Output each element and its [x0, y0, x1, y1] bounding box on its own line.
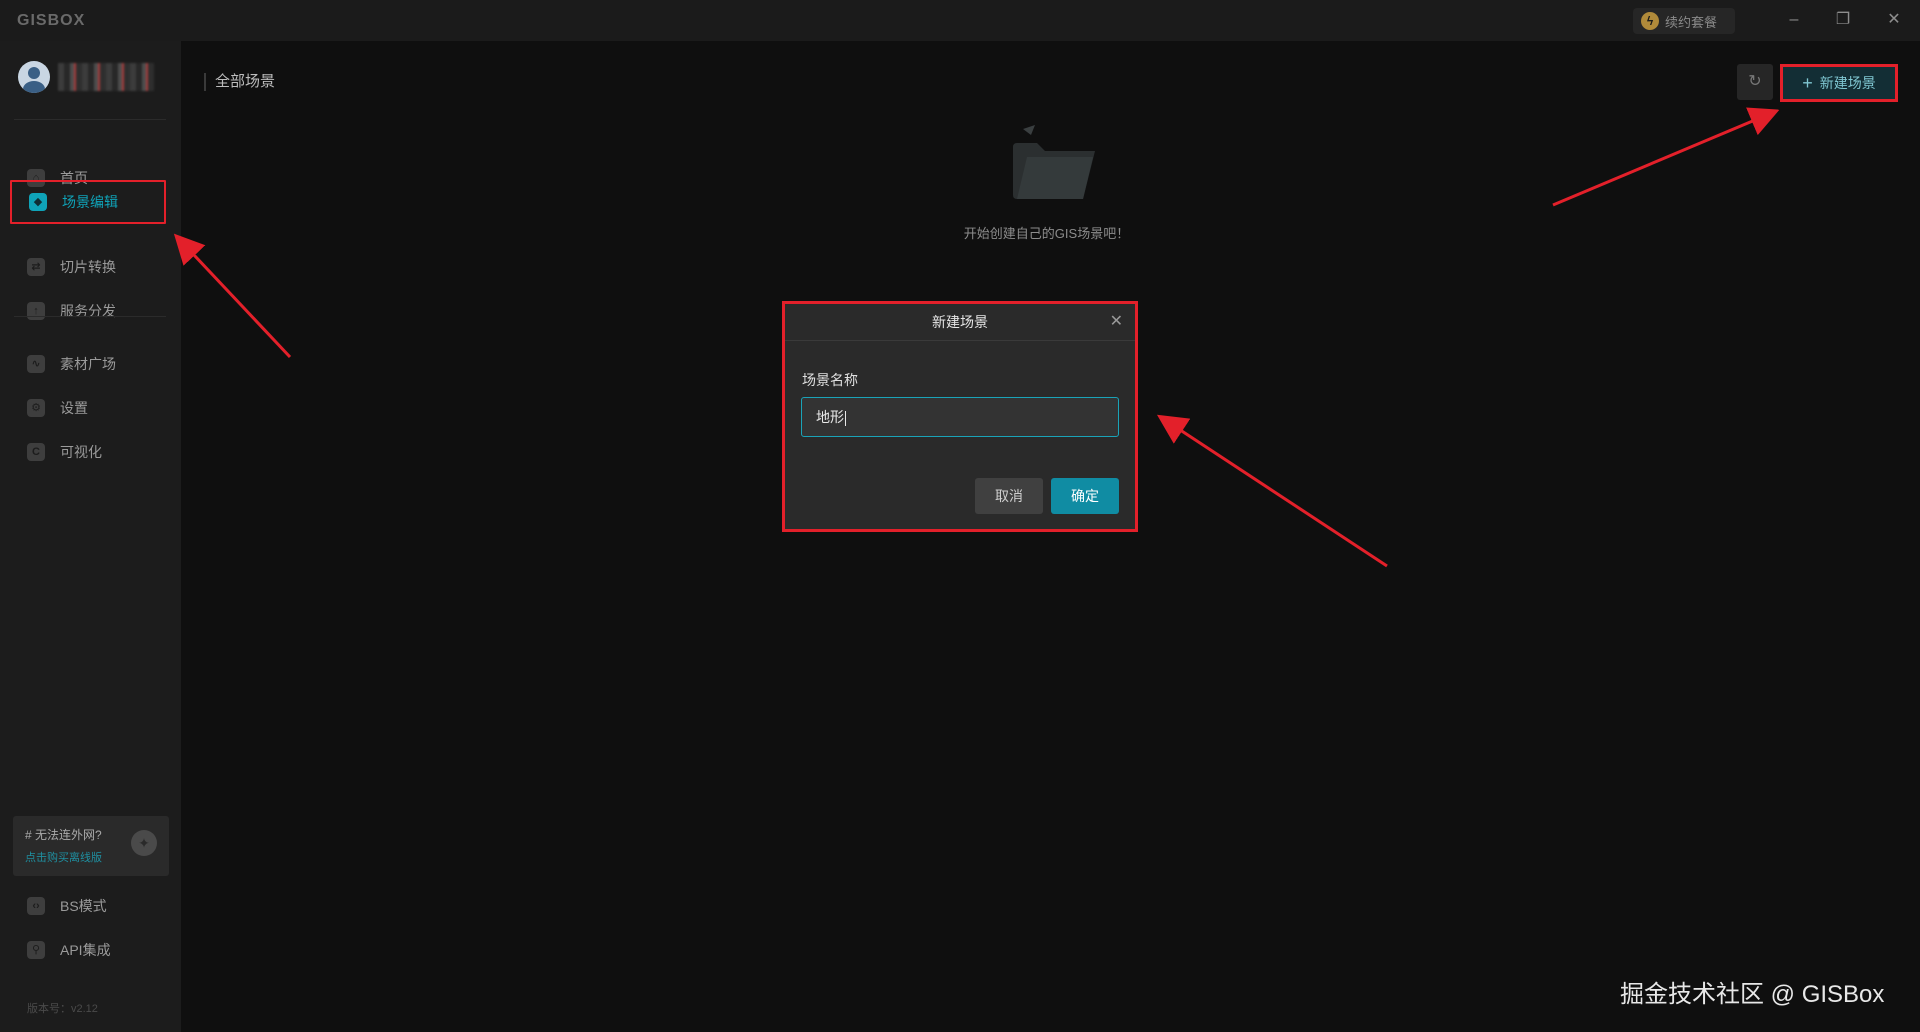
sidebar-item-label: BS模式 [60, 898, 107, 914]
dialog-title: 新建场景 [932, 314, 988, 330]
subscription-label: 续约套餐 [1665, 14, 1718, 30]
close-icon[interactable]: ✕ [1110, 304, 1123, 340]
sidebar-item-assets[interactable]: ∿ 素材广场 [10, 342, 166, 386]
new-scene-button[interactable]: + 新建场景 [1780, 64, 1898, 102]
convert-icon: ⇄ [27, 258, 45, 276]
close-window-button[interactable]: ✕ [1881, 9, 1907, 31]
divider [14, 119, 166, 120]
gear-icon: ⚙ [27, 399, 45, 417]
watermark: 掘金技术社区 @ GISBox [1620, 981, 1885, 1008]
sidebar-item-visualization[interactable]: C 可视化 [10, 430, 166, 474]
new-scene-dialog: 新建场景 ✕ 场景名称 地形 取消 确定 [782, 301, 1138, 532]
scene-name-value: 地形 [816, 409, 844, 425]
arrow-to-scene-edit [173, 233, 292, 359]
confirm-button[interactable]: 确定 [1051, 478, 1119, 514]
sidebar-item-scene-edit[interactable]: ◆ 场景编辑 [10, 180, 166, 224]
text-caret [845, 410, 846, 426]
sidebar-item-settings[interactable]: ⚙ 设置 [10, 386, 166, 430]
dialog-header: 新建场景 ✕ [785, 304, 1135, 341]
sidebar-item-label: 设置 [60, 400, 88, 416]
username-blurred [58, 63, 154, 91]
restore-button[interactable]: ❐ [1830, 9, 1856, 31]
subscription-button[interactable]: ϟ 续约套餐 [1633, 8, 1735, 34]
code-icon: ‹› [27, 897, 45, 915]
chart-icon: ∿ [27, 355, 45, 373]
page-title: 全部场景 [204, 73, 275, 91]
app-logo: GISBOX [17, 12, 86, 29]
bolt-icon: ϟ [1641, 12, 1659, 30]
satellite-icon: ✦ [131, 830, 157, 856]
minimize-button[interactable]: – [1781, 9, 1807, 31]
plus-icon: + [1802, 72, 1813, 93]
sidebar-item-label: 场景编辑 [62, 194, 118, 210]
sidebar: ⌂ 首页 ◆ 场景编辑 ⇄ 切片转换 ↑ 服务分发 ∿ 素材广场 ⚙ 设置 C … [0, 41, 181, 1032]
title-bar: GISBOX ϟ 续约套餐 – ❐ ✕ [0, 0, 1920, 41]
sidebar-item-label: 服务分发 [60, 303, 116, 319]
empty-folder-icon [1013, 125, 1095, 199]
cube-icon: ◆ [29, 193, 47, 211]
scene-name-input[interactable]: 地形 [801, 397, 1119, 437]
arrow-to-dialog [1156, 414, 1388, 568]
refresh-button[interactable]: ↻ [1737, 64, 1773, 100]
offline-promo-card[interactable]: # 无法连外网? 点击购买离线版 ✦ [13, 816, 169, 876]
user-profile[interactable] [18, 61, 154, 93]
gisbox-app: GISBOX ϟ 续约套餐 – ❐ ✕ ⌂ 首页 ◆ 场景编辑 ⇄ 切片转换 ↑… [0, 0, 1920, 1032]
sidebar-item-label: 可视化 [60, 444, 102, 460]
avatar [18, 61, 50, 93]
sidebar-item-service-publish[interactable]: ↑ 服务分发 [10, 289, 166, 333]
api-icon: ⚲ [27, 941, 45, 959]
sidebar-item-label: 素材广场 [60, 356, 116, 372]
sidebar-item-label: 切片转换 [60, 259, 116, 275]
divider [14, 316, 166, 317]
upload-icon: ↑ [27, 302, 45, 320]
sidebar-item-api[interactable]: ⚲ API集成 [10, 928, 166, 972]
sidebar-item-label: API集成 [60, 942, 111, 958]
version-label: 版本号：v2.12 [27, 1003, 98, 1015]
scene-name-label: 场景名称 [802, 372, 858, 388]
arrow-to-new-scene-button [1552, 107, 1780, 207]
visual-icon: C [27, 443, 45, 461]
sidebar-item-bs-mode[interactable]: ‹› BS模式 [10, 884, 166, 928]
sidebar-item-tile-convert[interactable]: ⇄ 切片转换 [10, 245, 166, 289]
new-scene-label: 新建场景 [1819, 75, 1876, 91]
cancel-button[interactable]: 取消 [975, 478, 1043, 514]
empty-state-text: 开始创建自己的GIS场景吧！ [963, 226, 1130, 241]
